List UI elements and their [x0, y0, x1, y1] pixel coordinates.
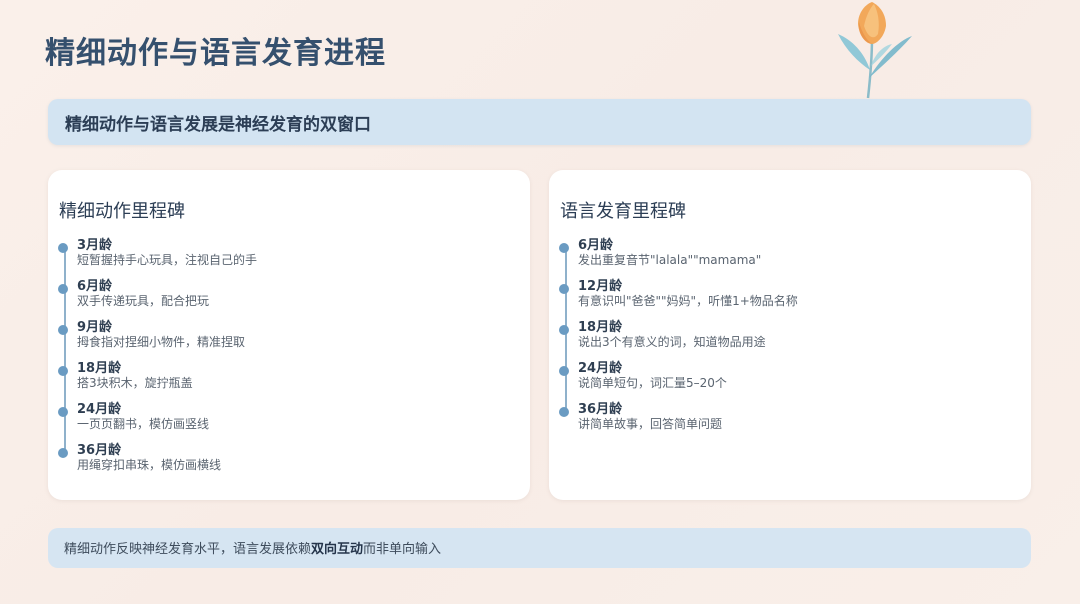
language-heading: 语言发育里程碑: [560, 201, 686, 222]
milestone-desc: 说简单短句，词汇量5–20个: [578, 376, 727, 390]
milestone-desc: 讲简单故事，回答简单问题: [578, 417, 723, 431]
timeline-dot: [58, 325, 68, 335]
footer-text-start: 精细动作反映神经发育水平，语言发展依赖: [64, 542, 312, 557]
page-title: 精细动作与语言发育进程: [45, 36, 386, 71]
timeline-dot: [58, 243, 68, 253]
milestone-desc: 说出3个有意义的词，知道物品用途: [578, 335, 766, 349]
banner-text: 精细动作与语言发展是神经发育的双窗口: [65, 115, 371, 135]
footer-text-end: 而非单向输入: [363, 542, 442, 557]
summary-footer: 精细动作反映神经发育水平，语言发展依赖双向互动而非单向输入: [48, 528, 1031, 568]
footer-emphasis: 双向互动: [311, 542, 364, 557]
timeline-dot: [58, 448, 68, 458]
motor-milestone-item: 18月龄 搭3块积木，旋拧瓶盖: [58, 357, 518, 398]
language-timeline: 6月龄 发出重复音节"lalala""mamama" 12月龄 有意识叫"爸爸"…: [559, 234, 1019, 439]
motor-heading: 精细动作里程碑: [59, 201, 185, 222]
language-milestone-item: 6月龄 发出重复音节"lalala""mamama": [559, 234, 1019, 275]
milestone-desc: 用绳穿扣串珠，模仿画横线: [77, 458, 222, 472]
key-message-banner: 精细动作与语言发展是神经发育的双窗口: [48, 99, 1031, 145]
language-milestone-item: 24月龄 说简单短句，词汇量5–20个: [559, 357, 1019, 398]
milestone-desc: 有意识叫"爸爸""妈妈"，听懂1+物品名称: [578, 294, 798, 308]
milestone-desc: 发出重复音节"lalala""mamama": [578, 253, 762, 267]
milestone-desc: 双手传递玩具，配合把玩: [77, 294, 210, 308]
timeline-dot: [58, 407, 68, 417]
motor-milestone-item: 24月龄 一页页翻书，模仿画竖线: [58, 398, 518, 439]
footer-text: 精细动作反映神经发育水平，语言发展依赖双向互动而非单向输入: [64, 538, 441, 557]
timeline-dot: [559, 243, 569, 253]
motor-milestone-item: 36月龄 用绳穿扣串珠，模仿画横线: [58, 439, 518, 480]
timeline-dot: [559, 325, 569, 335]
timeline-dot: [559, 284, 569, 294]
timeline-dot: [58, 366, 68, 376]
tulip-flower-icon: [838, 2, 912, 99]
motor-milestone-item: 3月龄 短暂握持手心玩具，注视自己的手: [58, 234, 518, 275]
timeline-dot: [559, 407, 569, 417]
motor-milestone-item: 9月龄 拇食指对捏细小物件，精准捏取: [58, 316, 518, 357]
motor-milestones-card: 精细动作里程碑 3月龄 短暂握持手心玩具，注视自己的手 6月龄 双手传递玩具，配…: [48, 170, 530, 500]
language-milestone-item: 36月龄 讲简单故事，回答简单问题: [559, 398, 1019, 439]
timeline-dot: [58, 284, 68, 294]
milestone-desc: 一页页翻书，模仿画竖线: [77, 417, 210, 431]
timeline-dot: [559, 366, 569, 376]
motor-timeline: 3月龄 短暂握持手心玩具，注视自己的手 6月龄 双手传递玩具，配合把玩 9月龄 …: [58, 234, 518, 480]
language-milestones-card: 语言发育里程碑 6月龄 发出重复音节"lalala""mamama" 12月龄 …: [549, 170, 1031, 500]
milestone-desc: 短暂握持手心玩具，注视自己的手: [77, 253, 258, 267]
motor-milestone-item: 6月龄 双手传递玩具，配合把玩: [58, 275, 518, 316]
milestone-desc: 搭3块积木，旋拧瓶盖: [77, 376, 193, 390]
language-milestone-item: 18月龄 说出3个有意义的词，知道物品用途: [559, 316, 1019, 357]
language-milestone-item: 12月龄 有意识叫"爸爸""妈妈"，听懂1+物品名称: [559, 275, 1019, 316]
milestone-desc: 拇食指对捏细小物件，精准捏取: [77, 335, 246, 349]
